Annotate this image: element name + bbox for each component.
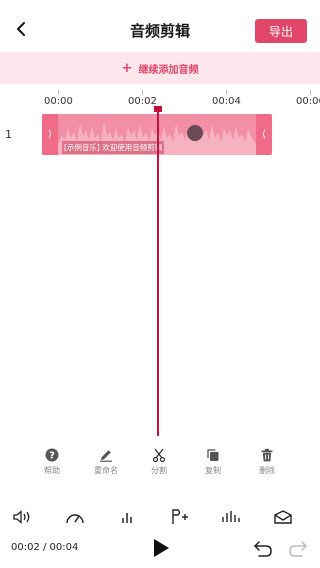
- clip-label: [示例音乐] 欢迎使用音频剪辑: [62, 141, 165, 154]
- waveform-button[interactable]: [217, 506, 245, 528]
- copy-label: 复制: [205, 466, 221, 475]
- export-button[interactable]: 导出: [255, 19, 307, 43]
- help-label: 帮助: [44, 466, 60, 475]
- copy-icon: [207, 449, 219, 461]
- volume-icon: [13, 510, 30, 524]
- add-audio-label: 继续添加音频: [138, 64, 199, 76]
- volume-button[interactable]: [9, 506, 37, 528]
- undo-button[interactable]: [252, 539, 274, 559]
- effects-toolbar: [0, 506, 320, 528]
- playhead[interactable]: [157, 110, 159, 436]
- ruler-tick: [58, 90, 59, 95]
- chevron-left-icon: ⟨: [262, 129, 266, 140]
- copy-button[interactable]: 复制: [191, 448, 235, 476]
- ruler-label: 00:02: [128, 96, 157, 107]
- rename-button[interactable]: 重命名: [84, 448, 128, 476]
- waveform-icon: [222, 511, 240, 522]
- ruler-label: 00:06: [296, 96, 320, 107]
- chevron-right-icon: ⟩: [48, 129, 52, 140]
- clip-volume-knob[interactable]: [187, 125, 203, 141]
- redo-icon: [289, 541, 307, 557]
- trash-icon: [261, 448, 273, 462]
- edit-toolbar: ? 帮助 重命名 分割 复制 删除: [0, 448, 320, 480]
- help-icon: ?: [45, 448, 59, 462]
- speed-gauge-icon: [66, 514, 84, 524]
- ruler-tick: [226, 90, 227, 95]
- clip-trim-start-handle[interactable]: ⟩: [42, 114, 58, 155]
- ruler-label: 00:00: [44, 96, 73, 107]
- clip-trim-end-handle[interactable]: ⟨: [256, 114, 272, 155]
- equalizer-button[interactable]: [113, 506, 141, 528]
- redo-button[interactable]: [287, 539, 309, 559]
- undo-icon: [254, 541, 272, 557]
- envelope-button[interactable]: [269, 506, 297, 528]
- split-button[interactable]: 分割: [137, 448, 181, 476]
- equalizer-icon: [122, 513, 132, 523]
- time-readout: 00:02 / 00:04: [11, 542, 79, 553]
- delete-label: 删除: [259, 466, 275, 475]
- pitch-button[interactable]: [166, 506, 194, 528]
- plus-icon: +: [121, 60, 133, 76]
- top-bar: 音频剪辑 导出: [0, 0, 320, 52]
- envelope-icon: [274, 510, 292, 524]
- help-button[interactable]: ? 帮助: [30, 448, 74, 476]
- rename-label: 重命名: [94, 466, 118, 475]
- ruler-tick: [142, 90, 143, 95]
- pencil-icon: [100, 450, 112, 462]
- play-button[interactable]: [150, 536, 172, 560]
- ruler-tick: [310, 90, 311, 95]
- playback-bar: 00:02 / 00:04: [0, 530, 320, 568]
- scissors-icon: [152, 448, 166, 462]
- pitch-icon: [172, 509, 188, 524]
- svg-text:?: ?: [49, 451, 55, 462]
- ruler-label: 00:04: [212, 96, 241, 107]
- play-icon: [154, 539, 169, 557]
- speed-button[interactable]: [61, 506, 89, 528]
- delete-button[interactable]: 删除: [245, 448, 289, 476]
- track-number: 1: [5, 128, 12, 141]
- add-audio-button[interactable]: + 继续添加音频: [0, 52, 320, 84]
- split-label: 分割: [151, 466, 167, 475]
